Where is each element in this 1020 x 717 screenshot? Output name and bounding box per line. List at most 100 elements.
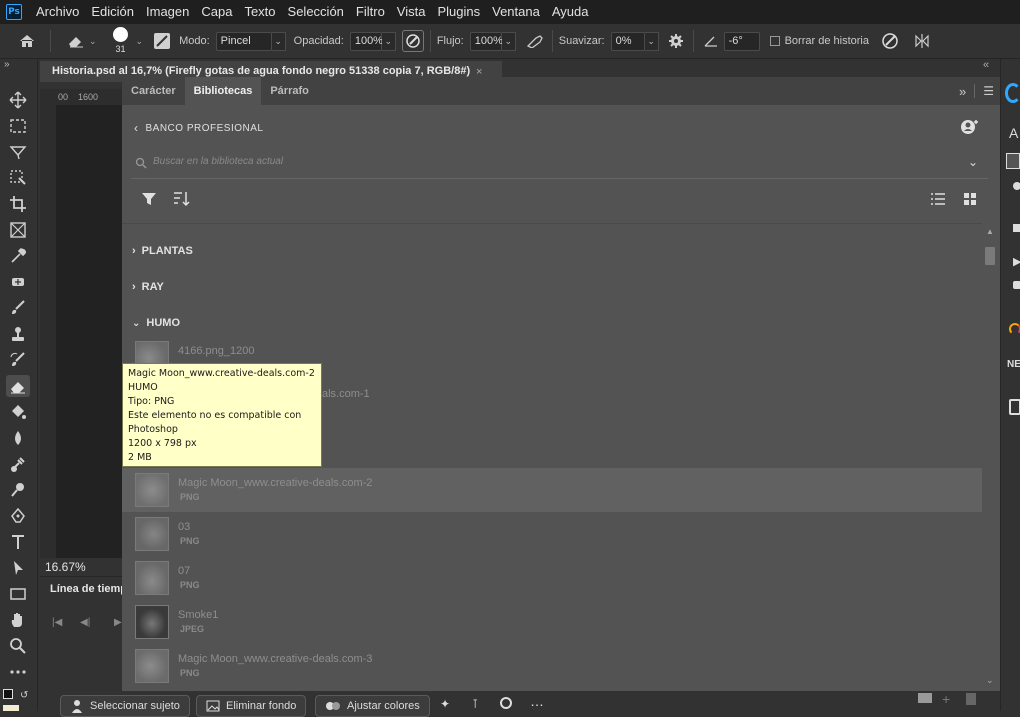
character-panel-icon[interactable]: A: [1009, 125, 1018, 141]
menu-ventana[interactable]: Ventana: [486, 0, 546, 24]
libraries-panel-icon[interactable]: [1006, 153, 1020, 169]
home-icon[interactable]: [16, 30, 38, 52]
smooth-input[interactable]: 0% ⌄: [610, 31, 659, 51]
marquee-tool-icon[interactable]: [6, 115, 30, 137]
paragraph-panel-icon[interactable]: [1009, 399, 1020, 415]
adjust-colors-button[interactable]: Ajustar colores: [315, 695, 430, 717]
foreground-color-swatch[interactable]: [3, 689, 13, 699]
rectangle-tool-icon[interactable]: [6, 583, 30, 605]
library-search[interactable]: Buscar en la biblioteca actual ⌄: [131, 149, 988, 179]
filter-icon[interactable]: [141, 192, 157, 206]
tab-parrafo[interactable]: Párrafo: [261, 77, 318, 105]
lasso-tool-icon[interactable]: [6, 141, 30, 163]
library-dropdown-chevron-icon[interactable]: ⌄: [968, 155, 978, 169]
menu-plugins[interactable]: Plugins: [431, 0, 486, 24]
select-subject-button[interactable]: Seleccionar sujeto: [60, 695, 190, 717]
expand-panels-icon[interactable]: »: [959, 84, 966, 99]
preset-chevron-icon[interactable]: ⌄: [89, 36, 97, 47]
angle-input[interactable]: -6°: [723, 31, 760, 51]
trash-icon[interactable]: [966, 693, 976, 705]
list-item[interactable]: Magic Moon_www.creative-deals.com-3 PNG: [122, 644, 982, 688]
properties-panel-icon[interactable]: [1013, 182, 1020, 190]
collapse-tools-icon[interactable]: »: [4, 59, 10, 70]
grid-view-icon[interactable]: [963, 192, 977, 206]
eyedropper-tool-icon[interactable]: [6, 245, 30, 267]
more-tools-icon[interactable]: [6, 661, 30, 683]
section-ray[interactable]: › RAY: [132, 281, 164, 293]
mode-select[interactable]: Pincel ⌄: [215, 31, 286, 51]
brush-settings-icon[interactable]: [151, 30, 173, 52]
type-tool-icon[interactable]: [6, 531, 30, 553]
blur-tool-icon[interactable]: [6, 427, 30, 449]
plugins-panel-icon[interactable]: [1013, 281, 1020, 289]
scroll-down-icon[interactable]: ⌄: [986, 675, 994, 686]
background-color-swatch[interactable]: [3, 705, 19, 711]
menu-capa[interactable]: Capa: [195, 0, 238, 24]
eraser-tool-icon-active[interactable]: [6, 375, 30, 397]
sort-icon[interactable]: [172, 191, 190, 207]
smudge-tool-icon[interactable]: [6, 453, 30, 475]
list-item[interactable]: 03 PNG: [122, 512, 982, 556]
opacity-input[interactable]: 100% ⌄: [349, 31, 396, 51]
brush-tool-icon[interactable]: [6, 297, 30, 319]
tab-caracter[interactable]: Carácter: [122, 77, 185, 105]
zoom-level[interactable]: 16.67%: [40, 558, 122, 576]
erase-history-checkbox[interactable]: [769, 36, 780, 46]
gear-icon[interactable]: [665, 30, 687, 52]
generative-fill-icon[interactable]: ✦: [440, 697, 450, 711]
object-select-tool-icon[interactable]: [6, 167, 30, 189]
tab-bibliotecas[interactable]: Bibliotecas: [184, 77, 262, 105]
first-frame-icon[interactable]: |◀: [52, 617, 62, 628]
symmetry-icon[interactable]: [911, 30, 933, 52]
play-icon[interactable]: ▶: [114, 617, 122, 628]
section-plantas[interactable]: › PLANTAS: [132, 245, 193, 257]
pressure-size-icon[interactable]: [879, 30, 901, 52]
actions-panel-icon[interactable]: ▶: [1013, 255, 1020, 268]
library-back-button[interactable]: ‹ BANCO PROFESIONAL: [134, 121, 263, 135]
dodge-tool-icon[interactable]: [6, 479, 30, 501]
search-input[interactable]: Buscar en la biblioteca actual: [153, 156, 283, 167]
pen-tool-icon[interactable]: [6, 505, 30, 527]
swap-colors-icon[interactable]: ↺: [20, 690, 28, 701]
prev-frame-icon[interactable]: ◀|: [80, 617, 90, 628]
add-collaborator-icon[interactable]: [960, 119, 978, 135]
menu-filtro[interactable]: Filtro: [350, 0, 391, 24]
adjustments-panel-icon[interactable]: [1013, 224, 1020, 232]
pressure-opacity-icon[interactable]: [401, 30, 424, 52]
remove-background-button[interactable]: Eliminar fondo: [196, 695, 307, 717]
mask-icon[interactable]: [500, 697, 512, 709]
color-panel-icon[interactable]: [1009, 323, 1020, 335]
list-item[interactable]: 07 PNG: [122, 556, 982, 600]
scroll-up-icon[interactable]: ▲: [986, 227, 994, 236]
history-brush-icon[interactable]: [6, 349, 30, 371]
menu-edicion[interactable]: Edición: [85, 0, 140, 24]
menu-archivo[interactable]: Archivo: [30, 0, 85, 24]
section-humo[interactable]: ⌄ HUMO: [132, 317, 180, 329]
menu-vista[interactable]: Vista: [391, 0, 432, 24]
learn-panel-icon[interactable]: [1005, 83, 1020, 103]
list-item[interactable]: Smoke1 JPEG: [122, 600, 982, 644]
crop-tool-icon[interactable]: [6, 193, 30, 215]
list-scrollbar[interactable]: ▲ ⌄: [982, 223, 1000, 691]
brush-chevron-icon[interactable]: ⌄: [136, 36, 144, 47]
frame-tool-icon[interactable]: [6, 219, 30, 241]
list-view-icon[interactable]: [930, 192, 946, 206]
move-tool-icon[interactable]: [6, 89, 30, 111]
document-canvas[interactable]: [56, 105, 122, 558]
list-item-selected[interactable]: Magic Moon_www.creative-deals.com-2 PNG: [122, 468, 982, 512]
path-select-icon[interactable]: [6, 557, 30, 579]
airbrush-icon[interactable]: [524, 30, 546, 52]
menu-ayuda[interactable]: Ayuda: [546, 0, 595, 24]
hand-tool-icon[interactable]: [6, 609, 30, 631]
more-options-icon[interactable]: …: [530, 693, 544, 709]
collapse-dock-icon[interactable]: «: [983, 59, 989, 71]
transform-icon[interactable]: ⊺: [472, 697, 478, 711]
stamp-tool-icon[interactable]: [6, 323, 30, 345]
new-folder-icon[interactable]: [918, 693, 932, 703]
paint-bucket-icon[interactable]: [6, 401, 30, 423]
add-icon[interactable]: +: [942, 691, 950, 707]
menu-seleccion[interactable]: Selección: [282, 0, 350, 24]
flow-input[interactable]: 100% ⌄: [469, 31, 516, 51]
neural-filters-icon[interactable]: NE: [1007, 359, 1020, 370]
eraser-tool-icon[interactable]: [65, 30, 87, 52]
